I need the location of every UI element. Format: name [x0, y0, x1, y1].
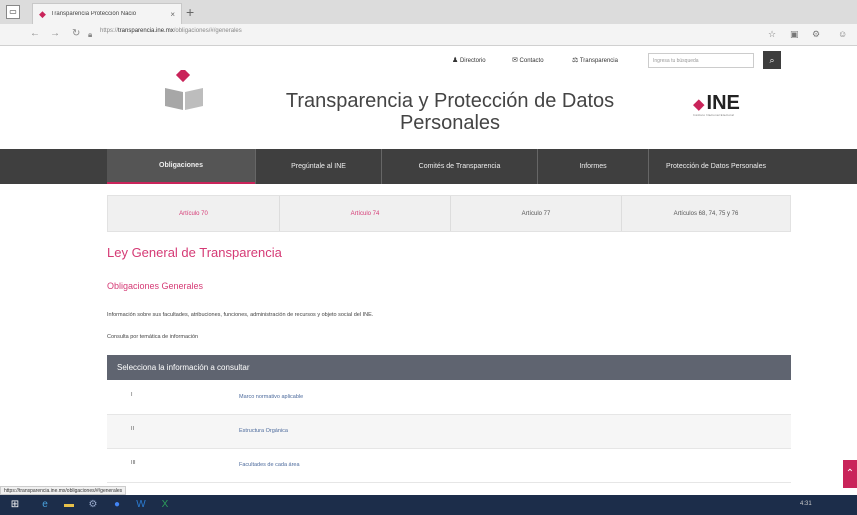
- settings-icon[interactable]: ⚙: [812, 29, 820, 40]
- word-icon[interactable]: W: [134, 498, 148, 512]
- browser-tab-title: Transparencia Protección Nacio: [50, 11, 137, 17]
- transparency-logo: [165, 70, 203, 110]
- page-title: Transparencia y Protección de Datos Pers…: [285, 90, 615, 134]
- tab-articulo-74[interactable]: Artículo 74: [280, 196, 450, 231]
- close-tab-icon[interactable]: ×: [170, 10, 175, 19]
- browser-tab[interactable]: ◆ Transparencia Protección Nacio ×: [32, 3, 182, 24]
- windows-start-icon[interactable]: ⊞: [8, 498, 22, 512]
- profile-icon[interactable]: ☺: [838, 29, 847, 39]
- collections-icon[interactable]: ▣: [790, 29, 799, 40]
- address-bar: ← → ↻ 🔒︎ https://transparencia.ine.mx/ob…: [0, 24, 857, 46]
- directory-label: Directorio: [459, 58, 486, 64]
- ine-diamond-icon: ◆: [693, 96, 705, 113]
- nav-informes[interactable]: Informes: [538, 149, 648, 184]
- excel-icon[interactable]: X: [158, 498, 172, 512]
- table-row[interactable]: I Marco normativo aplicable: [107, 381, 791, 415]
- table-header: Selecciona la información a consultar: [107, 355, 791, 380]
- transparency-label: Transparencia: [579, 58, 618, 64]
- chrome-icon[interactable]: ●: [110, 498, 124, 512]
- directory-link[interactable]: ♟ Directorio: [452, 56, 486, 64]
- ine-favicon-icon: ◆: [39, 8, 46, 19]
- search-icon: ⌕: [769, 55, 775, 65]
- row-link[interactable]: Facultades de cada área: [239, 462, 300, 468]
- transparency-link[interactable]: ⚖ Transparencia: [572, 56, 618, 64]
- url-field[interactable]: https://transparencia.ine.mx/obligacione…: [100, 28, 242, 34]
- row-number: II: [131, 426, 135, 432]
- browser-tab-bar: ▭ ◆ Transparencia Protección Nacio × +: [0, 0, 857, 24]
- url-path: /obligaciones/#/generales: [173, 28, 242, 34]
- chevron-up-icon: ⌃: [845, 468, 855, 479]
- settings-app-icon[interactable]: ⚙: [86, 498, 100, 512]
- contact-label: Contacto: [519, 58, 544, 64]
- section-title: Ley General de Transparencia: [107, 245, 282, 260]
- reload-icon[interactable]: ↻: [72, 28, 80, 39]
- consult-text: Consulta por temática de información: [107, 334, 199, 340]
- search-button[interactable]: ⌕: [763, 51, 781, 69]
- scroll-top-button[interactable]: ⌃: [843, 460, 857, 488]
- contact-link[interactable]: ✉ Contacto: [512, 56, 544, 64]
- nav-divider: [648, 149, 649, 184]
- article-tabs: Artículo 70 Artículo 74 Artículo 77 Artí…: [107, 195, 791, 232]
- envelope-icon: ✉: [512, 57, 518, 64]
- table-row[interactable]: III Facultades de cada área: [107, 449, 791, 483]
- file-explorer-icon[interactable]: ▬: [62, 498, 76, 512]
- star-icon[interactable]: ☆: [768, 29, 776, 40]
- nav-proteccion-datos[interactable]: Protección de Datos Personales: [660, 149, 772, 184]
- main-navigation: Obligaciones Pregúntale al INE Comités d…: [0, 149, 857, 184]
- section-subtitle: Obligaciones Generales: [107, 281, 204, 291]
- ine-subtitle: Instituto Nacional Electoral: [693, 113, 735, 117]
- tab-articulo-77[interactable]: Artículo 77: [451, 196, 621, 231]
- ine-logo-text: INE: [706, 92, 740, 114]
- new-tab-button[interactable]: +: [186, 4, 194, 20]
- scale-icon: ⚖: [572, 57, 579, 64]
- person-icon: ♟: [452, 57, 459, 64]
- forward-arrow-icon[interactable]: →: [50, 28, 60, 39]
- row-number: I: [131, 392, 133, 398]
- window-menu-icon[interactable]: ▭: [6, 5, 20, 19]
- url-host: transparencia.ine.mx: [118, 28, 174, 34]
- url-prefix: https://: [100, 28, 119, 34]
- status-url: https://transparencia.ine.mx/obligacione…: [0, 486, 127, 495]
- clock[interactable]: 4:31: [800, 501, 812, 507]
- edge-browser-icon[interactable]: e: [38, 498, 52, 512]
- windows-taskbar: ⊞ e ▬ ⚙ ● W X 4:31: [0, 495, 857, 515]
- back-arrow-icon[interactable]: ←: [30, 28, 40, 39]
- tab-articulos-68-76[interactable]: Artículos 68, 74, 75 y 76: [622, 196, 790, 231]
- row-link[interactable]: Estructura Orgánica: [239, 428, 288, 434]
- table-row[interactable]: II Estructura Orgánica: [107, 415, 791, 449]
- nav-obligaciones[interactable]: Obligaciones: [107, 149, 255, 184]
- row-number: III: [131, 460, 136, 466]
- search-input[interactable]: Ingresa tu búsqueda: [648, 53, 754, 68]
- description-text: Información sobre sus facultades, atribu…: [107, 312, 374, 318]
- tab-articulo-70[interactable]: Artículo 70: [108, 196, 279, 231]
- nav-preguntale[interactable]: Pregúntale al INE: [256, 149, 381, 184]
- row-link[interactable]: Marco normativo aplicable: [239, 394, 303, 400]
- lock-icon: 🔒︎: [88, 30, 93, 39]
- nav-comites[interactable]: Comités de Transparencia: [382, 149, 537, 184]
- ine-logo[interactable]: ◆ INE: [693, 92, 740, 115]
